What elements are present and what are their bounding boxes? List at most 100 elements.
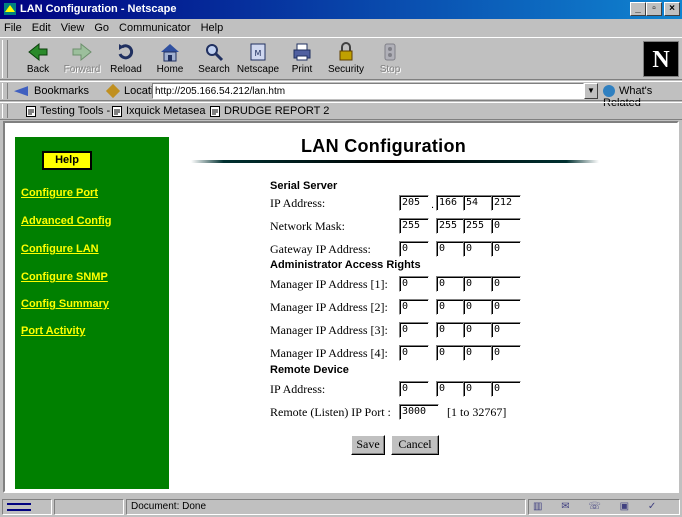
manager-3-label: Manager IP Address [3]: xyxy=(270,323,388,337)
network-mask-label: Network Mask: xyxy=(270,219,345,233)
help-button[interactable]: Help xyxy=(42,151,92,170)
home-button[interactable]: Home xyxy=(148,40,192,78)
page-title: LAN Configuration xyxy=(301,136,467,156)
nav-link-advanced-config[interactable]: Advanced Config xyxy=(21,215,111,227)
nav-link-config-summary[interactable]: Config Summary xyxy=(21,298,109,310)
manager-1-octet-4[interactable]: 0 xyxy=(491,276,521,292)
netscape-button[interactable]: M Netscape xyxy=(236,40,280,78)
close-button[interactable]: × xyxy=(664,2,680,16)
title-bar: LAN Configuration - Netscape _ ▫ × xyxy=(0,0,682,19)
remote-port-input[interactable]: 3000 xyxy=(399,404,439,420)
status-bar: Document: Done ▥ ✉ ☏ ▣ ✓ xyxy=(0,496,682,517)
location-url-input[interactable] xyxy=(152,83,584,99)
svg-text:M: M xyxy=(255,49,262,58)
mask-octet-2[interactable]: 255 xyxy=(436,218,466,234)
manager-3-octet-4[interactable]: 0 xyxy=(491,322,521,338)
manager-2-octet-4[interactable]: 0 xyxy=(491,299,521,315)
gateway-octet-1[interactable]: 0 xyxy=(399,241,429,257)
dropdown-arrow-icon: ▼ xyxy=(587,86,595,95)
remote-port-range: [1 to 32767] xyxy=(447,405,507,419)
nav-link-port-activity[interactable]: Port Activity xyxy=(21,325,85,337)
manager-3-octet-2[interactable]: 0 xyxy=(436,322,466,338)
location-grip[interactable] xyxy=(2,83,8,99)
manager-1-label: Manager IP Address [1]: xyxy=(270,277,388,291)
nav-link-configure-snmp[interactable]: Configure SNMP xyxy=(21,271,108,283)
menu-help[interactable]: Help xyxy=(201,20,224,36)
personal-item-ixquick[interactable]: Ixquick Metasea xyxy=(112,105,205,117)
location-dropdown-button[interactable]: ▼ xyxy=(584,83,598,99)
manager-4-octet-3[interactable]: 0 xyxy=(463,345,493,361)
netscape-app-icon xyxy=(4,3,16,15)
nav-link-configure-lan[interactable]: Configure LAN xyxy=(21,243,99,255)
location-toolbar: Bookmarks Location: ▼ What's Related xyxy=(0,81,682,109)
manager-2-octet-1[interactable]: 0 xyxy=(399,299,429,315)
window-title: LAN Configuration - Netscape xyxy=(20,3,177,15)
minimize-button[interactable]: _ xyxy=(630,2,646,16)
toolbar-grip[interactable] xyxy=(2,40,8,78)
manager-2-label: Manager IP Address [2]: xyxy=(270,300,388,314)
remote-ip-octet-1[interactable]: 0 xyxy=(399,381,429,397)
mask-octet-1[interactable]: 255 xyxy=(399,218,429,234)
title-underline xyxy=(191,160,599,163)
serial-ip-octet-4[interactable]: 212 xyxy=(491,195,521,211)
personal-item-drudge[interactable]: DRUDGE REPORT 2 xyxy=(210,105,329,117)
serial-ip-label: IP Address: xyxy=(270,196,326,210)
gateway-octet-3[interactable]: 0 xyxy=(463,241,493,257)
forward-arrow-icon xyxy=(72,42,92,62)
menu-edit[interactable]: Edit xyxy=(32,20,51,36)
print-button[interactable]: Print xyxy=(280,40,324,78)
gateway-octet-4[interactable]: 0 xyxy=(491,241,521,257)
manager-4-octet-1[interactable]: 0 xyxy=(399,345,429,361)
mask-octet-4[interactable]: 0 xyxy=(491,218,521,234)
back-button[interactable]: Back xyxy=(16,40,60,78)
cancel-button[interactable]: Cancel xyxy=(391,435,439,455)
remote-ip-octet-4[interactable]: 0 xyxy=(491,381,521,397)
security-button[interactable]: Security xyxy=(324,40,368,78)
bookmark-page-icon xyxy=(210,105,220,117)
menu-go[interactable]: Go xyxy=(94,20,109,36)
location-page-icon xyxy=(105,84,121,99)
manager-4-octet-4[interactable]: 0 xyxy=(491,345,521,361)
personal-grip[interactable] xyxy=(2,104,8,118)
bookmarks-button[interactable]: Bookmarks xyxy=(14,85,89,97)
ip-separator: . xyxy=(431,199,435,211)
netscape-logo[interactable]: N xyxy=(643,41,679,77)
manager-2-octet-2[interactable]: 0 xyxy=(436,299,466,315)
serial-ip-octet-2[interactable]: 166 xyxy=(436,195,466,211)
serial-ip-octet-3[interactable]: 54 xyxy=(463,195,493,211)
remote-ip-octet-2[interactable]: 0 xyxy=(436,381,466,397)
section-remote-device: Remote Device xyxy=(270,364,349,376)
menu-communicator[interactable]: Communicator xyxy=(119,20,191,36)
status-text: Document: Done xyxy=(126,499,526,515)
gateway-octet-2[interactable]: 0 xyxy=(436,241,466,257)
security-status-cell xyxy=(2,499,52,515)
remote-ip-label: IP Address: xyxy=(270,382,326,396)
menu-file[interactable]: File xyxy=(4,20,22,36)
search-button[interactable]: Search xyxy=(192,40,236,78)
mask-octet-3[interactable]: 255 xyxy=(463,218,493,234)
search-icon xyxy=(206,44,224,62)
menu-view[interactable]: View xyxy=(61,20,85,36)
serial-ip-octet-1[interactable]: 205 xyxy=(399,195,429,211)
manager-4-label: Manager IP Address [4]: xyxy=(270,346,388,360)
personal-item-testing-tools[interactable]: Testing Tools - xyxy=(26,105,110,117)
gateway-label: Gateway IP Address: xyxy=(270,242,371,256)
stop-button[interactable]: Stop xyxy=(368,40,412,78)
section-serial-server: Serial Server xyxy=(270,180,338,192)
manager-1-octet-1[interactable]: 0 xyxy=(399,276,429,292)
component-bar-icons[interactable]: ▥ ✉ ☏ ▣ ✓ xyxy=(533,501,664,512)
manager-4-octet-2[interactable]: 0 xyxy=(436,345,466,361)
reload-button[interactable]: Reload xyxy=(104,40,148,78)
remote-ip-octet-3[interactable]: 0 xyxy=(463,381,493,397)
manager-3-octet-1[interactable]: 0 xyxy=(399,322,429,338)
manager-2-octet-3[interactable]: 0 xyxy=(463,299,493,315)
manager-3-octet-3[interactable]: 0 xyxy=(463,322,493,338)
save-button[interactable]: Save xyxy=(351,435,385,455)
maximize-button[interactable]: ▫ xyxy=(646,2,662,16)
bookmark-ribbon-icon xyxy=(14,86,28,97)
nav-link-configure-port[interactable]: Configure Port xyxy=(21,187,98,199)
manager-1-octet-3[interactable]: 0 xyxy=(463,276,493,292)
bookmark-page-icon xyxy=(26,105,36,117)
forward-button[interactable]: Forward xyxy=(60,40,104,78)
manager-1-octet-2[interactable]: 0 xyxy=(436,276,466,292)
